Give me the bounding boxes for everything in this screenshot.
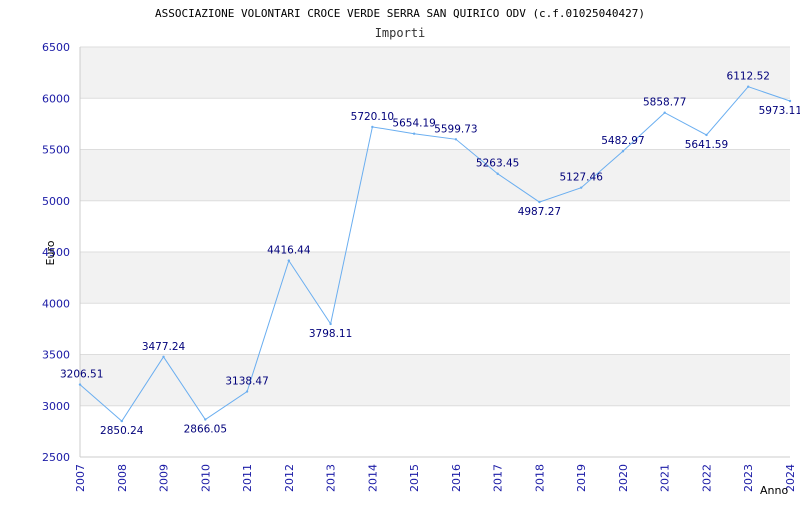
- data-label: 5482.97: [601, 135, 644, 147]
- data-point: [78, 383, 82, 386]
- data-point: [747, 85, 750, 88]
- data-label: 5973.11: [759, 105, 800, 117]
- data-point: [329, 322, 332, 326]
- data-label: 6112.52: [727, 71, 770, 83]
- data-label: 4416.44: [267, 245, 311, 257]
- y-axis-label: Euro: [44, 240, 57, 265]
- plot-band: [80, 354, 790, 406]
- data-point: [705, 133, 708, 137]
- x-tick-label: 2017: [492, 464, 505, 492]
- data-point: [245, 390, 249, 393]
- x-tick-label: 2019: [575, 464, 588, 492]
- chart-root: 3206.51 2850.24 3477.24 2866.05 3138.47 4416.…: [0, 0, 800, 500]
- data-label: 3477.24: [142, 341, 186, 353]
- data-point: [287, 259, 291, 262]
- data-point: [621, 150, 625, 153]
- x-tick-label: 2015: [408, 464, 421, 492]
- line-chart: 3206.51 2850.24 3477.24 2866.05 3138.47 4416.…: [42, 7, 800, 497]
- y-tick-label: 4000: [42, 297, 70, 310]
- data-label: 5641.59: [685, 139, 728, 151]
- y-tick-label: 5500: [42, 144, 70, 157]
- data-label: 5654.19: [392, 118, 435, 130]
- x-tick-label: 2012: [283, 464, 296, 492]
- data-label: 2850.24: [100, 425, 144, 437]
- data-label: 5599.73: [434, 123, 477, 135]
- plot-band: [80, 149, 790, 201]
- data-point: [788, 99, 792, 103]
- data-label: 5127.46: [559, 172, 603, 184]
- x-tick-label: 2022: [700, 464, 713, 492]
- data-label: 5263.45: [476, 158, 519, 170]
- x-tick-label: 2010: [199, 464, 212, 492]
- data-point: [120, 419, 123, 423]
- x-axis-label: Anno: [760, 484, 788, 497]
- data-point: [371, 125, 374, 129]
- chart-subtitle: Importi: [375, 26, 426, 40]
- data-label: 4987.27: [518, 206, 561, 218]
- x-tick-label: 2021: [659, 464, 672, 492]
- plot-band: [80, 47, 790, 99]
- y-tick-label: 6500: [42, 41, 70, 54]
- x-tick-label: 2007: [74, 464, 87, 492]
- data-point: [204, 418, 207, 421]
- x-tick-label: 2018: [533, 464, 546, 492]
- x-tick-label: 2016: [450, 464, 463, 492]
- data-label: 3138.47: [225, 376, 268, 388]
- x-tick-label: 2009: [158, 464, 171, 492]
- data-point: [162, 355, 165, 359]
- y-tick-label: 3500: [42, 349, 70, 362]
- plot-band: [80, 252, 790, 304]
- data-label: 3206.51: [60, 369, 103, 381]
- x-tick-label: 2023: [742, 464, 755, 492]
- data-label: 2866.05: [184, 423, 227, 435]
- y-tick-label: 5000: [42, 195, 70, 208]
- data-label: 3798.11: [309, 328, 352, 340]
- y-tick-label: 3000: [42, 400, 70, 413]
- x-tick-label: 2011: [241, 464, 254, 492]
- data-point: [454, 138, 458, 141]
- y-tick-label: 2500: [42, 451, 70, 464]
- x-tick-label: 2014: [366, 464, 379, 492]
- data-point: [496, 172, 499, 175]
- data-point: [412, 132, 416, 135]
- x-tick-label: 2008: [116, 464, 129, 492]
- y-tick-label: 6000: [42, 92, 70, 105]
- x-tick-labels: 2007 2008 2009 2010 2011 2012 2013 2014 2015 2016…: [74, 464, 797, 492]
- x-tick-label: 2013: [325, 464, 338, 492]
- data-point: [663, 111, 666, 114]
- x-tick-label: 2020: [617, 464, 630, 492]
- data-point: [538, 200, 541, 204]
- data-label: 5858.77: [643, 97, 686, 109]
- data-label: 5720.10: [351, 111, 394, 123]
- data-point: [579, 186, 583, 189]
- chart-title: ASSOCIAZIONE VOLONTARI CROCE VERDE SERRA…: [155, 7, 645, 20]
